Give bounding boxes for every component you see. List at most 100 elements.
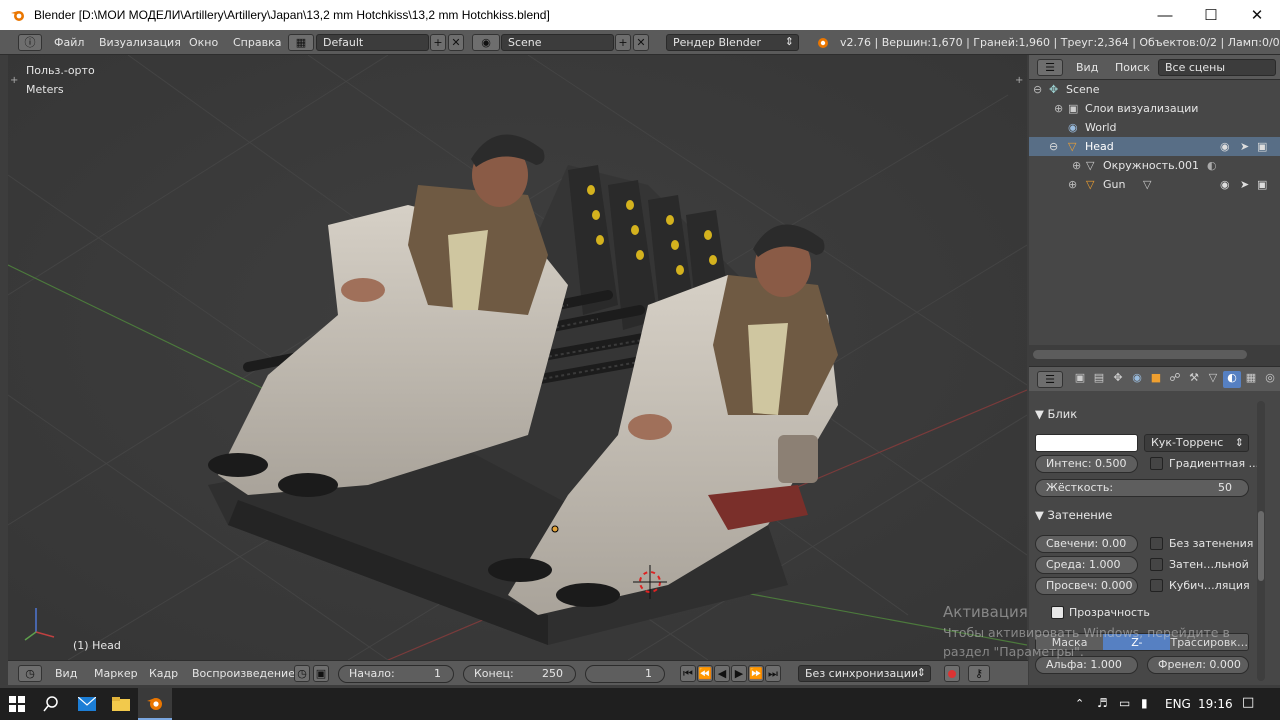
texture-tab-icon[interactable]: ▦: [1242, 371, 1260, 388]
notifications-icon[interactable]: □: [1242, 695, 1254, 710]
remove-scene-button[interactable]: ✕: [633, 34, 649, 51]
render-camera-icon[interactable]: ▣: [1257, 140, 1267, 153]
physics-tab-icon[interactable]: ◎: [1261, 371, 1279, 388]
remove-layout-button[interactable]: ✕: [448, 34, 464, 51]
menu-file[interactable]: Файл: [54, 36, 84, 49]
scene-tab-icon[interactable]: ✥: [1109, 371, 1127, 388]
volume-icon[interactable]: ♬: [1097, 696, 1108, 710]
render-engine-dropdown[interactable]: Рендер Blender ⇕: [666, 34, 799, 51]
outliner-row-scene[interactable]: ⊖ ✥ Scene: [1029, 80, 1280, 99]
jump-end-icon[interactable]: ⏭: [765, 665, 781, 682]
expand-icon[interactable]: ⊕: [1054, 102, 1063, 115]
fresnel-field[interactable]: Френел: 0.000: [1147, 656, 1249, 674]
keying-set-icon[interactable]: ⚷: [968, 665, 990, 682]
language-indicator[interactable]: ENG: [1165, 697, 1191, 711]
preview-range-icon[interactable]: ◷: [294, 665, 310, 682]
timeline-menu-frame[interactable]: Кадр: [149, 667, 178, 680]
outliner-row-world[interactable]: ◉ World: [1029, 118, 1280, 137]
outliner-row-render-layers[interactable]: ⊕ ▣ Слои визуализации: [1029, 99, 1280, 118]
outliner-row-circle[interactable]: ⊕ ▽ Окружность.001 ◐: [1029, 156, 1280, 175]
add-layout-button[interactable]: +: [430, 34, 446, 51]
outliner-search-menu[interactable]: Поиск: [1115, 61, 1150, 74]
clock-time[interactable]: 19:16: [1198, 697, 1233, 711]
timeline-menu-playback[interactable]: Воспроизведение: [192, 667, 295, 680]
specular-color-swatch[interactable]: [1035, 434, 1138, 452]
blender-taskbar-icon[interactable]: [138, 688, 172, 720]
specular-intensity-field[interactable]: Интенс: 0.500: [1035, 455, 1138, 473]
modifiers-tab-icon[interactable]: ⚒: [1185, 371, 1203, 388]
shading-panel-header[interactable]: ▼ Затенение: [1035, 508, 1112, 522]
minimize-button[interactable]: —: [1142, 0, 1188, 30]
play-icon[interactable]: ▶: [731, 665, 747, 682]
outliner-editor-icon[interactable]: ☰: [1037, 59, 1063, 76]
emit-field[interactable]: Свечени: 0.00: [1035, 535, 1138, 553]
object-tab-icon[interactable]: ■: [1147, 371, 1165, 388]
constraints-tab-icon[interactable]: ☍: [1166, 371, 1184, 388]
render-tab-icon[interactable]: ▣: [1071, 371, 1089, 388]
scene-icon[interactable]: ◉: [472, 34, 500, 51]
windows-start-icon[interactable]: [0, 688, 34, 720]
sync-mode-dropdown[interactable]: Без синхронизации ⇕: [798, 665, 931, 682]
specular-ramp-checkbox[interactable]: [1150, 457, 1163, 470]
expand-icon[interactable]: ⊕: [1072, 159, 1081, 172]
specular-panel-header[interactable]: ▼ Блик: [1035, 407, 1077, 421]
mail-icon[interactable]: [70, 688, 104, 720]
outliner-row-gun[interactable]: ⊕ ▽ Gun ▽ ◉ ➤ ▣: [1029, 175, 1280, 194]
render-layers-tab-icon[interactable]: ▤: [1090, 371, 1108, 388]
hardness-slider[interactable]: Жёсткость: 50: [1035, 479, 1249, 497]
cubic-interpolation-checkbox[interactable]: [1150, 579, 1163, 592]
properties-toggle-icon[interactable]: +: [1015, 75, 1023, 86]
specular-shader-dropdown[interactable]: Кук-Торренс ⇕: [1144, 434, 1249, 452]
render-camera-icon[interactable]: ▣: [1257, 178, 1267, 191]
outliner-display-filter[interactable]: Все сцены: [1158, 59, 1276, 76]
transparency-checkbox[interactable]: [1051, 606, 1064, 619]
shadeless-checkbox[interactable]: [1150, 537, 1163, 550]
jump-start-icon[interactable]: ⏮: [680, 665, 696, 682]
end-frame-field[interactable]: Конец: 250: [463, 665, 576, 683]
select-arrow-icon[interactable]: ➤: [1240, 140, 1249, 153]
screen-layout-field[interactable]: Default: [316, 34, 429, 51]
ambient-field[interactable]: Среда: 1.000: [1035, 556, 1138, 574]
menu-render[interactable]: Визуализация: [99, 36, 181, 49]
start-frame-field[interactable]: Начало: 1: [338, 665, 454, 683]
lock-range-icon[interactable]: ▣: [313, 665, 329, 682]
timeline-editor-icon[interactable]: ◷: [18, 665, 42, 682]
properties-scroll-thumb[interactable]: [1258, 511, 1264, 581]
collapse-icon[interactable]: ⊖: [1033, 83, 1042, 96]
collapse-icon[interactable]: ⊖: [1049, 140, 1058, 153]
outliner-scrollbar[interactable]: [1033, 350, 1247, 359]
world-tab-icon[interactable]: ◉: [1128, 371, 1146, 388]
properties-scrollbar[interactable]: [1257, 401, 1265, 681]
battery-icon[interactable]: ▮: [1141, 696, 1148, 710]
editor-type-icon[interactable]: ⓘ: [18, 34, 42, 51]
file-explorer-icon[interactable]: [104, 688, 138, 720]
select-arrow-icon[interactable]: ➤: [1240, 178, 1249, 191]
play-reverse-icon[interactable]: ◀: [714, 665, 730, 682]
add-scene-button[interactable]: +: [615, 34, 631, 51]
current-frame-field[interactable]: 1: [585, 665, 665, 683]
3d-viewport[interactable]: Польз.-орто Meters (1) Head + +: [8, 55, 1027, 660]
maximize-button[interactable]: ☐: [1188, 0, 1234, 30]
outliner-view-menu[interactable]: Вид: [1076, 61, 1098, 74]
next-keyframe-icon[interactable]: ⏩: [748, 665, 764, 682]
properties-editor-icon[interactable]: ☰: [1037, 371, 1063, 388]
timeline-menu-view[interactable]: Вид: [55, 667, 77, 680]
tray-chevron-icon[interactable]: ⌃: [1075, 697, 1084, 710]
menu-window[interactable]: Окно: [189, 36, 218, 49]
prev-keyframe-icon[interactable]: ⏪: [697, 665, 713, 682]
search-icon[interactable]: [34, 688, 68, 720]
menu-help[interactable]: Справка: [233, 36, 281, 49]
scene-field[interactable]: Scene: [501, 34, 614, 51]
network-icon[interactable]: ▭: [1119, 696, 1130, 710]
data-tab-icon[interactable]: ▽: [1204, 371, 1222, 388]
toolbar-toggle-icon[interactable]: +: [10, 75, 18, 86]
tangent-shading-checkbox[interactable]: [1150, 558, 1163, 571]
translucency-field[interactable]: Просвеч: 0.000: [1035, 577, 1138, 595]
close-button[interactable]: ✕: [1234, 0, 1280, 30]
material-tab-icon[interactable]: ◐: [1223, 371, 1241, 388]
visibility-eye-icon[interactable]: ◉: [1220, 178, 1230, 191]
outliner-row-head[interactable]: ⊖ ▽ Head ◉ ➤ ▣: [1029, 137, 1280, 156]
screen-layout-icon[interactable]: ▦: [288, 34, 314, 51]
expand-icon[interactable]: ⊕: [1068, 178, 1077, 191]
timeline-menu-marker[interactable]: Маркер: [94, 667, 138, 680]
